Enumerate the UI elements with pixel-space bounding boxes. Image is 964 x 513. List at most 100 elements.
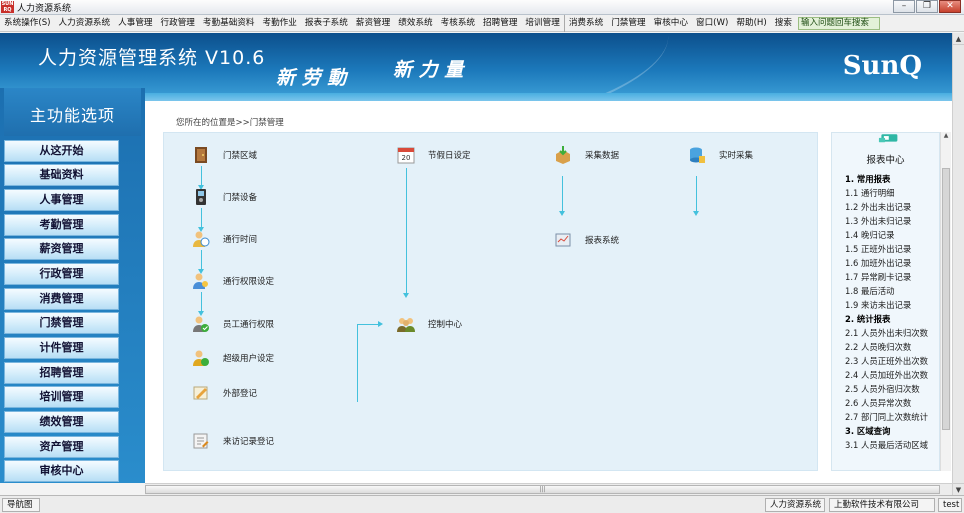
report-section: 2. 统计报表: [845, 314, 891, 324]
sidebar-item-admin[interactable]: 行政管理: [4, 263, 119, 285]
menu-recruit[interactable]: 招聘管理: [479, 15, 521, 32]
scroll-up-icon[interactable]: ▲: [953, 33, 964, 45]
sidebar-item-door[interactable]: 门禁管理: [4, 312, 119, 334]
search-input[interactable]: 输入问题回车搜索: [797, 16, 880, 30]
sidebar-item-piecework[interactable]: 计件管理: [4, 337, 119, 359]
scroll-thumb[interactable]: [942, 168, 950, 430]
module-door-area[interactable]: 门禁区域: [191, 145, 257, 165]
report-link[interactable]: 1.7 异常刷卡记录: [845, 270, 928, 284]
sidebar-item-personnel[interactable]: 人事管理: [4, 189, 119, 211]
banner-title: 人力资源管理系统 V10.6: [38, 47, 266, 69]
module-pass-permission[interactable]: 通行权限设定: [191, 271, 274, 291]
sidebar-title: 主功能选项: [29, 106, 115, 125]
module-control-center[interactable]: 控制中心: [396, 314, 462, 334]
database-icon: [687, 145, 707, 165]
flow-arrow: [693, 211, 699, 216]
minimize-button[interactable]: –: [893, 0, 915, 13]
menu-attendance-basic[interactable]: 考勤基础资料: [199, 15, 259, 32]
status-nav[interactable]: 导航图: [2, 498, 40, 512]
report-link[interactable]: 2.2 人员晚归次数: [845, 340, 928, 354]
module-collect-data[interactable]: 采集数据: [553, 145, 619, 165]
report-link[interactable]: 1.1 通行明细: [845, 186, 928, 200]
menu-help[interactable]: 帮助(H): [732, 15, 770, 32]
module-door-device[interactable]: 门禁设备: [191, 187, 257, 207]
sidebar-item-basic-data[interactable]: 基础资料: [4, 164, 119, 186]
app-icon: SUN RQ: [1, 1, 14, 13]
flow-line: [201, 166, 202, 186]
menu-assessment[interactable]: 考核系统: [437, 15, 479, 32]
module-visitor-register[interactable]: 外部登记: [191, 383, 257, 403]
box-download-icon: [553, 145, 573, 165]
sidebar-item-performance[interactable]: 绩效管理: [4, 411, 119, 433]
module-report-system[interactable]: 报表系统: [553, 230, 619, 250]
menu-audit[interactable]: 审核中心: [650, 15, 692, 32]
report-link[interactable]: 1.2 外出未出记录: [845, 200, 928, 214]
status-user: test: [938, 498, 962, 512]
window-title: 人力资源系统: [17, 4, 72, 14]
report-link[interactable]: 2.1 人员外出未归次数: [845, 326, 928, 340]
module-visit-record[interactable]: 来访记录登记: [191, 431, 274, 451]
module-super-user[interactable]: 超级用户设定: [191, 348, 274, 368]
menu-report-subsystem[interactable]: 报表子系统: [301, 15, 352, 32]
report-link[interactable]: 2.6 人员异常次数: [845, 396, 928, 410]
menu-salary[interactable]: 薪资管理: [352, 15, 394, 32]
sidebar-item-assets[interactable]: 资产管理: [4, 436, 119, 458]
users-group-icon: [396, 314, 416, 334]
menu-consume[interactable]: 消费系统: [563, 14, 607, 32]
sidebar-item-training[interactable]: 培训管理: [4, 386, 119, 408]
menu-admin[interactable]: 行政管理: [157, 15, 199, 32]
module-realtime-collect[interactable]: 实时采集: [687, 145, 753, 165]
slogan-left: 新 劳 動: [276, 67, 347, 89]
breadcrumb: 您所在的位置是>>门禁管理: [176, 118, 284, 128]
report-link[interactable]: 2.4 人员加班外出次数: [845, 368, 928, 382]
report-scrollbar[interactable]: ▲: [940, 132, 951, 471]
menu-search-label: 搜索: [774, 17, 792, 28]
status-system: 人力资源系统: [765, 498, 825, 512]
status-bar: 导航图 人力资源系统 上勤软件技术有限公司 test: [0, 495, 964, 513]
report-link[interactable]: 1.3 外出未归记录: [845, 214, 928, 228]
menu-personnel[interactable]: 人事管理: [114, 15, 156, 32]
menu-bar: 系统操作(S) 人力资源系统 人事管理 行政管理 考勤基础资料 考勤作业 报表子…: [0, 14, 964, 32]
report-list: 1. 常用报表 1.1 通行明细 1.2 外出未出记录 1.3 外出未归记录 1.4 晚…: [845, 172, 928, 452]
sidebar-item-consume[interactable]: 消费管理: [4, 288, 119, 310]
report-link[interactable]: 1.4 晚归记录: [845, 228, 928, 242]
sidebar-item-attendance[interactable]: 考勤管理: [4, 214, 119, 236]
restore-button[interactable]: ❐: [916, 0, 938, 13]
scroll-down-icon[interactable]: ▼: [953, 483, 964, 495]
menu-performance[interactable]: 绩效系统: [394, 15, 436, 32]
module-holiday[interactable]: 20 节假日设定: [396, 145, 471, 165]
report-link[interactable]: 1.8 最后活动: [845, 284, 928, 298]
module-employee-permission[interactable]: 员工通行权限: [191, 314, 274, 334]
menu-attendance-work[interactable]: 考勤作业: [258, 15, 300, 32]
flow-arrow: [403, 293, 409, 298]
report-link[interactable]: 1.5 正班外出记录: [845, 242, 928, 256]
sidebar-item-start[interactable]: 从这开始: [4, 140, 119, 162]
menu-hr-system[interactable]: 人力资源系统: [55, 15, 115, 32]
report-center-panel: 报表中心 1. 常用报表 1.1 通行明细 1.2 外出未出记录 1.3 外出未归记录…: [831, 132, 940, 471]
door-icon: [191, 145, 211, 165]
sidebar-item-audit[interactable]: 审核中心: [4, 460, 119, 482]
report-link[interactable]: 3.1 人员最后活动区域: [845, 438, 928, 452]
sidebar-item-salary[interactable]: 薪资管理: [4, 238, 119, 260]
module-pass-time[interactable]: 通行时间: [191, 229, 257, 249]
menu-door[interactable]: 门禁管理: [607, 15, 649, 32]
window-scrollbar[interactable]: ▲ ▼: [952, 33, 964, 495]
flow-line: [201, 250, 202, 270]
document-pencil-icon: [191, 431, 211, 451]
flow-line: [357, 324, 379, 325]
report-link[interactable]: 1.9 来访未出记录: [845, 298, 928, 312]
menu-window[interactable]: 窗口(W): [692, 15, 732, 32]
menu-training[interactable]: 培训管理: [521, 15, 563, 32]
menu-system[interactable]: 系统操作(S): [0, 15, 55, 32]
report-center-title: 报表中心: [866, 155, 905, 166]
brand-logo: SunQ: [842, 51, 922, 81]
close-button[interactable]: ✕: [939, 0, 961, 13]
scroll-up-icon[interactable]: ▲: [941, 132, 951, 139]
scroll-thumb[interactable]: |||: [145, 485, 940, 494]
horizontal-scrollbar[interactable]: |||: [145, 483, 952, 495]
report-link[interactable]: 2.5 人员外宿归次数: [845, 382, 928, 396]
report-link[interactable]: 1.6 加班外出记录: [845, 256, 928, 270]
report-link[interactable]: 2.3 人员正班外出次数: [845, 354, 928, 368]
sidebar-item-recruit[interactable]: 招聘管理: [4, 362, 119, 384]
report-link[interactable]: 2.7 部门同上次数统计: [845, 410, 928, 424]
